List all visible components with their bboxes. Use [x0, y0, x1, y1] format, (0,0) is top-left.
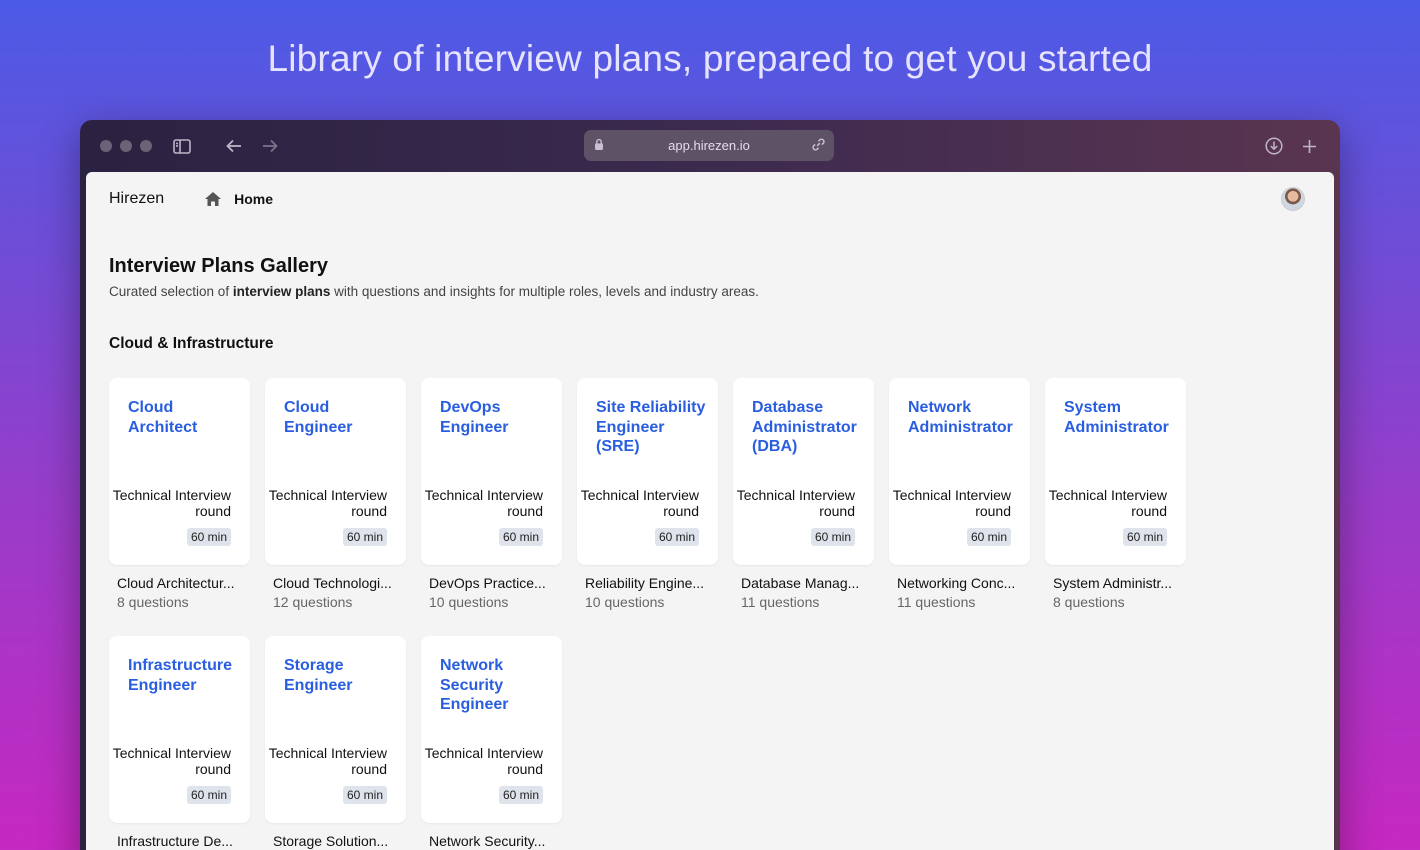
plan-card[interactable]: Network Administrator Technical Intervie… [889, 378, 1030, 565]
download-icon[interactable] [1263, 135, 1285, 157]
plan-round: Technical Interview round [268, 487, 387, 519]
duration-badge: 60 min [654, 528, 699, 546]
sidebar-toggle-icon[interactable] [171, 135, 193, 157]
plan-question-count: 11 questions [897, 594, 976, 610]
plan-item[interactable]: Storage Engineer Technical Interview rou… [265, 636, 406, 850]
window-controls [100, 140, 152, 152]
plan-round: Technical Interview round [424, 487, 543, 519]
nav-home-link[interactable]: Home [204, 191, 273, 207]
plan-title: Cloud Architect [128, 399, 198, 436]
new-tab-icon[interactable] [1298, 135, 1320, 157]
plan-topic: Network Security... [429, 833, 546, 849]
hero-title: Library of interview plans, prepared to … [267, 38, 1153, 79]
plan-item[interactable]: System Administrator Technical Interview… [1045, 378, 1186, 610]
plan-card[interactable]: Database Administrator (DBA) Technical I… [733, 378, 874, 565]
plan-title: Cloud Engineer [284, 399, 353, 436]
plan-round: Technical Interview round [1048, 487, 1167, 519]
plan-topic: DevOps Practice... [429, 575, 546, 591]
duration-badge: 60 min [498, 786, 543, 804]
plan-title: Site Reliability Engineer (SRE) [596, 399, 706, 455]
plan-round: Technical Interview round [580, 487, 699, 519]
plan-topic: Cloud Architectur... [117, 575, 235, 591]
plan-title: Network Security Engineer [440, 657, 509, 713]
plan-question-count: 11 questions [741, 594, 820, 610]
page-subtitle: Curated selection of interview plans wit… [109, 284, 759, 299]
duration-badge: 60 min [1122, 528, 1167, 546]
address-bar[interactable]: app.hirezen.io [584, 130, 834, 161]
plan-title: Infrastructure Engineer [128, 657, 233, 694]
browser-toolbar: app.hirezen.io [80, 120, 1340, 172]
plan-item[interactable]: Cloud Architect Technical Interview roun… [109, 378, 250, 610]
link-icon[interactable] [811, 137, 826, 155]
plan-question-count: 12 questions [273, 594, 353, 610]
duration-badge: 60 min [966, 528, 1011, 546]
zoom-window-button[interactable] [140, 140, 152, 152]
browser-window: app.hirezen.io Hirezen Home Interview Pl… [80, 120, 1340, 850]
forward-arrow-icon[interactable] [259, 135, 281, 157]
top-nav: Hirezen Home [109, 190, 273, 208]
duration-badge: 60 min [342, 786, 387, 804]
plan-item[interactable]: Cloud Engineer Technical Interview round… [265, 378, 406, 610]
duration-badge: 60 min [342, 528, 387, 546]
plan-question-count: 10 questions [585, 594, 665, 610]
brand-logo[interactable]: Hirezen [109, 190, 164, 208]
page-subtitle-suffix: with questions and insights for multiple… [330, 284, 759, 299]
duration-badge: 60 min [810, 528, 855, 546]
plan-card[interactable]: DevOps Engineer Technical Interview roun… [421, 378, 562, 565]
duration-badge: 60 min [498, 528, 543, 546]
plan-question-count: 8 questions [117, 594, 189, 610]
plan-round: Technical Interview round [268, 745, 387, 777]
plan-item[interactable]: Infrastructure Engineer Technical Interv… [109, 636, 250, 850]
plan-title: Database Administrator (DBA) [752, 399, 857, 455]
plan-topic: Infrastructure De... [117, 833, 233, 849]
plan-topic: Cloud Technologi... [273, 575, 392, 591]
plan-card[interactable]: Cloud Engineer Technical Interview round… [265, 378, 406, 565]
plan-item[interactable]: Site Reliability Engineer (SRE) Technica… [577, 378, 718, 610]
plan-card[interactable]: Site Reliability Engineer (SRE) Technica… [577, 378, 718, 565]
plan-title: System Administrator [1064, 399, 1169, 436]
url-text: app.hirezen.io [668, 138, 750, 153]
plan-card[interactable]: Infrastructure Engineer Technical Interv… [109, 636, 250, 823]
plan-question-count: 8 questions [1053, 594, 1125, 610]
plan-item[interactable]: Network Administrator Technical Intervie… [889, 378, 1030, 610]
duration-badge: 60 min [186, 528, 231, 546]
page-subtitle-bold: interview plans [232, 284, 331, 299]
plan-topic: Storage Solution... [273, 833, 389, 849]
lock-icon [594, 138, 604, 154]
plan-question-count: 10 questions [429, 594, 509, 610]
user-avatar[interactable] [1281, 187, 1305, 211]
back-arrow-icon[interactable] [223, 135, 245, 157]
plan-round: Technical Interview round [112, 745, 231, 777]
plan-title: Network Administrator [908, 399, 1013, 436]
section-title: Cloud & Infrastructure [109, 335, 274, 352]
minimize-window-button[interactable] [120, 140, 132, 152]
plan-item[interactable]: DevOps Engineer Technical Interview roun… [421, 378, 562, 610]
app-content: Hirezen Home Interview Plans Gallery Cur… [86, 172, 1334, 850]
plan-title: Storage Engineer [284, 657, 353, 694]
page-subtitle-prefix: Curated selection of [109, 284, 233, 299]
close-window-button[interactable] [100, 140, 112, 152]
duration-badge: 60 min [186, 786, 231, 804]
plan-topic: Database Manag... [741, 575, 860, 591]
page-title: Interview Plans Gallery [109, 255, 328, 277]
plan-round: Technical Interview round [112, 487, 231, 519]
plan-topic: Reliability Engine... [585, 575, 705, 591]
home-icon [205, 192, 222, 206]
plan-item[interactable]: Network Security Engineer Technical Inte… [421, 636, 562, 850]
plan-round: Technical Interview round [424, 745, 543, 777]
plan-round: Technical Interview round [736, 487, 855, 519]
plan-round: Technical Interview round [892, 487, 1011, 519]
nav-home-label: Home [234, 191, 274, 207]
plan-topic: System Administr... [1053, 575, 1173, 591]
plan-card[interactable]: Storage Engineer Technical Interview rou… [265, 636, 406, 823]
plan-topic: Networking Conc... [897, 575, 1016, 591]
plan-item[interactable]: Database Administrator (DBA) Technical I… [733, 378, 874, 610]
plan-card[interactable]: Network Security Engineer Technical Inte… [421, 636, 562, 823]
plan-card[interactable]: System Administrator Technical Interview… [1045, 378, 1186, 565]
plan-title: DevOps Engineer [440, 399, 509, 436]
plan-card[interactable]: Cloud Architect Technical Interview roun… [109, 378, 250, 565]
